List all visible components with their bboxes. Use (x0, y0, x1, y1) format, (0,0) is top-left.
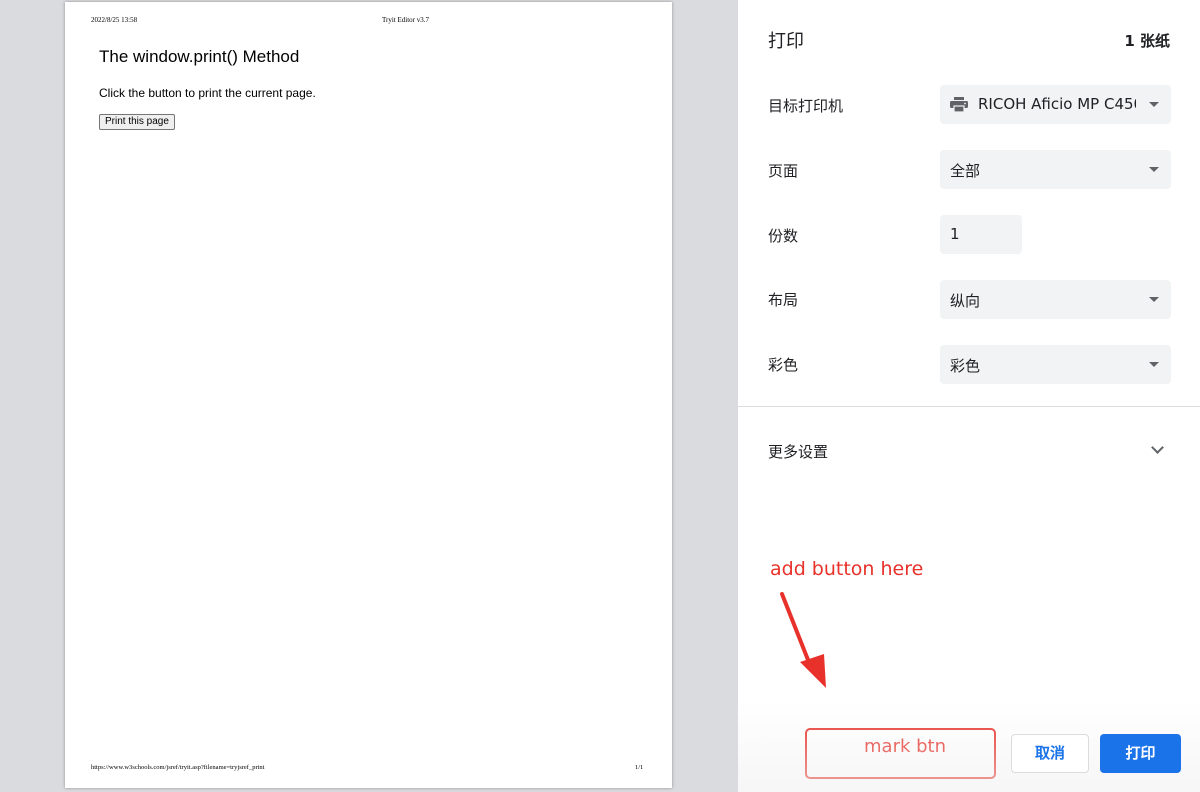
print-settings-panel: 打印 1 张纸 目标打印机 RICOH Aficio MP C450 页面 全部… (738, 0, 1200, 792)
chevron-down-icon (1149, 167, 1159, 172)
panel-title: 打印 (768, 31, 804, 52)
layout-label: 布局 (768, 291, 799, 309)
divider (738, 406, 1200, 407)
color-select[interactable]: 彩色 (940, 345, 1171, 384)
annotation-mark-box: mark btn (805, 728, 996, 779)
copies-input[interactable]: 1 (940, 215, 1022, 254)
chevron-down-icon (1149, 362, 1159, 367)
chevron-down-icon (1149, 297, 1159, 302)
page-footer-number: 1/1 (635, 764, 644, 771)
destination-value: RICOH Aficio MP C450 (978, 95, 1136, 113)
layout-select[interactable]: 纵向 (940, 280, 1171, 319)
more-settings-toggle[interactable]: 更多设置 (768, 441, 828, 462)
pages-value: 全部 (950, 162, 981, 180)
preview-page: 2022/8/25 13:58 Tryit Editor v3.7 The wi… (65, 2, 672, 788)
color-label: 彩色 (768, 356, 799, 374)
copies-label: 份数 (768, 227, 799, 245)
cancel-button[interactable]: 取消 (1011, 734, 1089, 773)
doc-heading: The window.print() Method (99, 47, 300, 66)
pages-label: 页面 (768, 162, 799, 180)
pages-select[interactable]: 全部 (940, 150, 1171, 189)
page-header-date: 2022/8/25 13:58 (91, 16, 138, 24)
layout-value: 纵向 (950, 292, 981, 310)
annotation-note: add button here (770, 558, 924, 580)
print-preview-area: 2022/8/25 13:58 Tryit Editor v3.7 The wi… (0, 0, 738, 792)
color-value: 彩色 (950, 357, 981, 375)
destination-select[interactable]: RICOH Aficio MP C450 (940, 85, 1171, 124)
page-header-title: Tryit Editor v3.7 (382, 16, 429, 24)
annotation-mark-label: mark btn (864, 736, 947, 757)
printer-icon (950, 97, 968, 112)
sheet-count: 1 张纸 (1124, 32, 1170, 50)
destination-label: 目标打印机 (768, 97, 844, 115)
chevron-down-icon (1149, 102, 1159, 107)
doc-print-button: Print this page (99, 114, 175, 130)
annotation-arrow-icon (780, 592, 826, 688)
chevron-down-icon[interactable] (1151, 441, 1164, 454)
page-footer-url: https://www.w3schools.com/jsref/tryit.as… (91, 764, 265, 771)
doc-paragraph: Click the button to print the current pa… (99, 86, 316, 100)
print-button[interactable]: 打印 (1100, 734, 1181, 773)
copies-value: 1 (950, 225, 960, 243)
